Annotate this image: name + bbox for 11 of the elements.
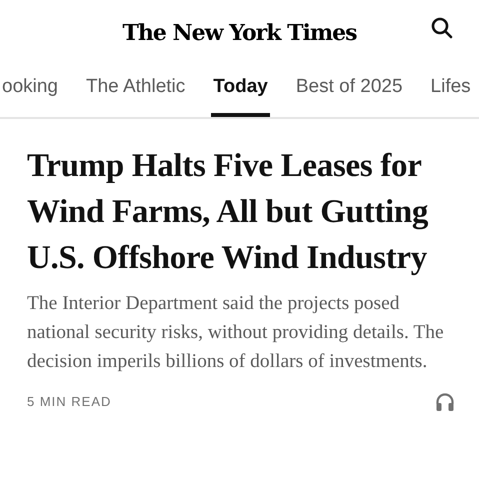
headline[interactable]: Trump Halts Five Leases for Wind Farms, All but Gutting U.S. Offshore Wind Industry bbox=[27, 143, 452, 281]
nav-tab[interactable]: Best of 2025 bbox=[294, 62, 405, 117]
nav-tab[interactable]: ooking bbox=[0, 62, 60, 117]
read-time: 5 MIN READ bbox=[27, 393, 112, 412]
search-icon[interactable] bbox=[430, 16, 454, 40]
headphones-icon[interactable] bbox=[435, 392, 455, 412]
nav-tab[interactable]: The Athletic bbox=[84, 62, 188, 117]
article-summary: The Interior Department said the projects posed national security risks, without providing details. The decision imperils billions of dollars of investments. bbox=[27, 292, 445, 374]
nav-tab[interactable]: Today bbox=[211, 62, 270, 117]
site-logo[interactable]: The New York Times bbox=[122, 16, 357, 50]
nav-tab[interactable]: Lifes bbox=[428, 62, 473, 117]
